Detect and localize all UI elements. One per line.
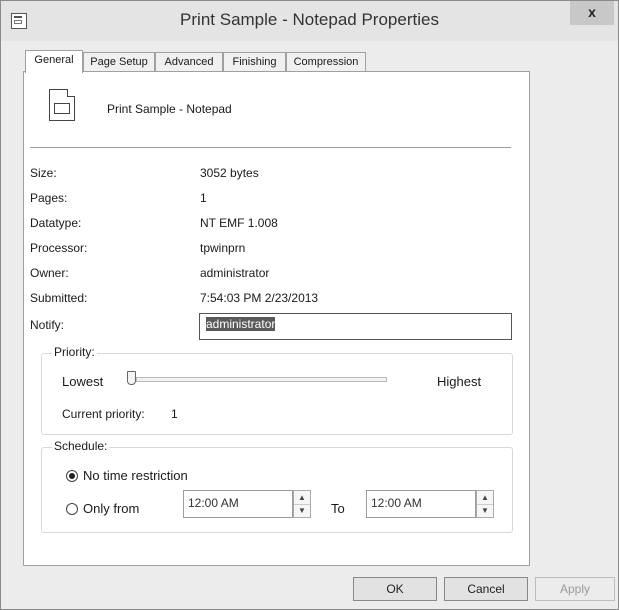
close-button[interactable]: x [570, 1, 614, 25]
priority-slider-track[interactable] [136, 377, 387, 382]
size-label: Size: [30, 166, 57, 180]
properties-dialog: Print Sample - Notepad Properties x Gene… [0, 0, 619, 610]
document-icon [49, 89, 75, 121]
apply-button[interactable]: Apply [535, 577, 615, 601]
tab-page-setup[interactable]: Page Setup [83, 52, 155, 71]
datatype-label: Datatype: [30, 216, 82, 230]
only-from-radio[interactable] [66, 503, 78, 515]
schedule-group-label: Schedule: [52, 439, 110, 453]
size-value: 3052 bytes [200, 166, 259, 180]
notify-value: administrator [206, 317, 276, 331]
submitted-label: Submitted: [30, 291, 88, 305]
separator [30, 147, 511, 148]
current-priority-value: 1 [171, 407, 178, 421]
only-from-label[interactable]: Only from [83, 501, 139, 516]
priority-highest-label: Highest [437, 374, 482, 389]
to-label: To [331, 501, 345, 516]
spin-down-icon[interactable]: ▼ [477, 504, 493, 517]
to-time-spinner[interactable]: ▲ ▼ [476, 490, 494, 518]
ok-button[interactable]: OK [353, 577, 437, 601]
datatype-value: NT EMF 1.008 [200, 216, 278, 230]
tab-finishing[interactable]: Finishing [223, 52, 286, 71]
spin-up-icon[interactable]: ▲ [477, 491, 493, 505]
current-priority-label: Current priority: [62, 407, 145, 421]
submitted-value: 7:54:03 PM 2/23/2013 [200, 291, 319, 305]
priority-slider-thumb[interactable] [127, 371, 136, 385]
owner-value: administrator [200, 266, 270, 280]
no-time-restriction-radio[interactable] [66, 470, 78, 482]
spin-up-icon[interactable]: ▲ [294, 491, 310, 505]
cancel-button[interactable]: Cancel [444, 577, 528, 601]
priority-lowest-label: Lowest [62, 374, 104, 389]
owner-label: Owner: [30, 266, 69, 280]
document-name: Print Sample - Notepad [107, 102, 232, 116]
window-title: Print Sample - Notepad Properties [180, 10, 439, 29]
from-time-input[interactable]: 12:00 AM [183, 490, 293, 518]
priority-group-label: Priority: [52, 345, 97, 359]
tab-general[interactable]: General [25, 50, 83, 73]
tab-compression[interactable]: Compression [286, 52, 366, 71]
processor-value: tpwinprn [200, 241, 246, 255]
to-time-input[interactable]: 12:00 AM [366, 490, 476, 518]
notify-label: Notify: [30, 318, 65, 332]
title-bar[interactable]: Print Sample - Notepad Properties x [1, 1, 618, 41]
processor-label: Processor: [30, 241, 88, 255]
priority-group: Priority: [41, 345, 513, 435]
pages-label: Pages: [30, 191, 68, 205]
notify-input[interactable]: administrator [199, 313, 512, 340]
pages-value: 1 [200, 191, 207, 205]
from-time-spinner[interactable]: ▲ ▼ [293, 490, 311, 518]
spin-down-icon[interactable]: ▼ [294, 504, 310, 517]
tab-advanced[interactable]: Advanced [155, 52, 223, 71]
no-time-restriction-label[interactable]: No time restriction [83, 468, 188, 483]
